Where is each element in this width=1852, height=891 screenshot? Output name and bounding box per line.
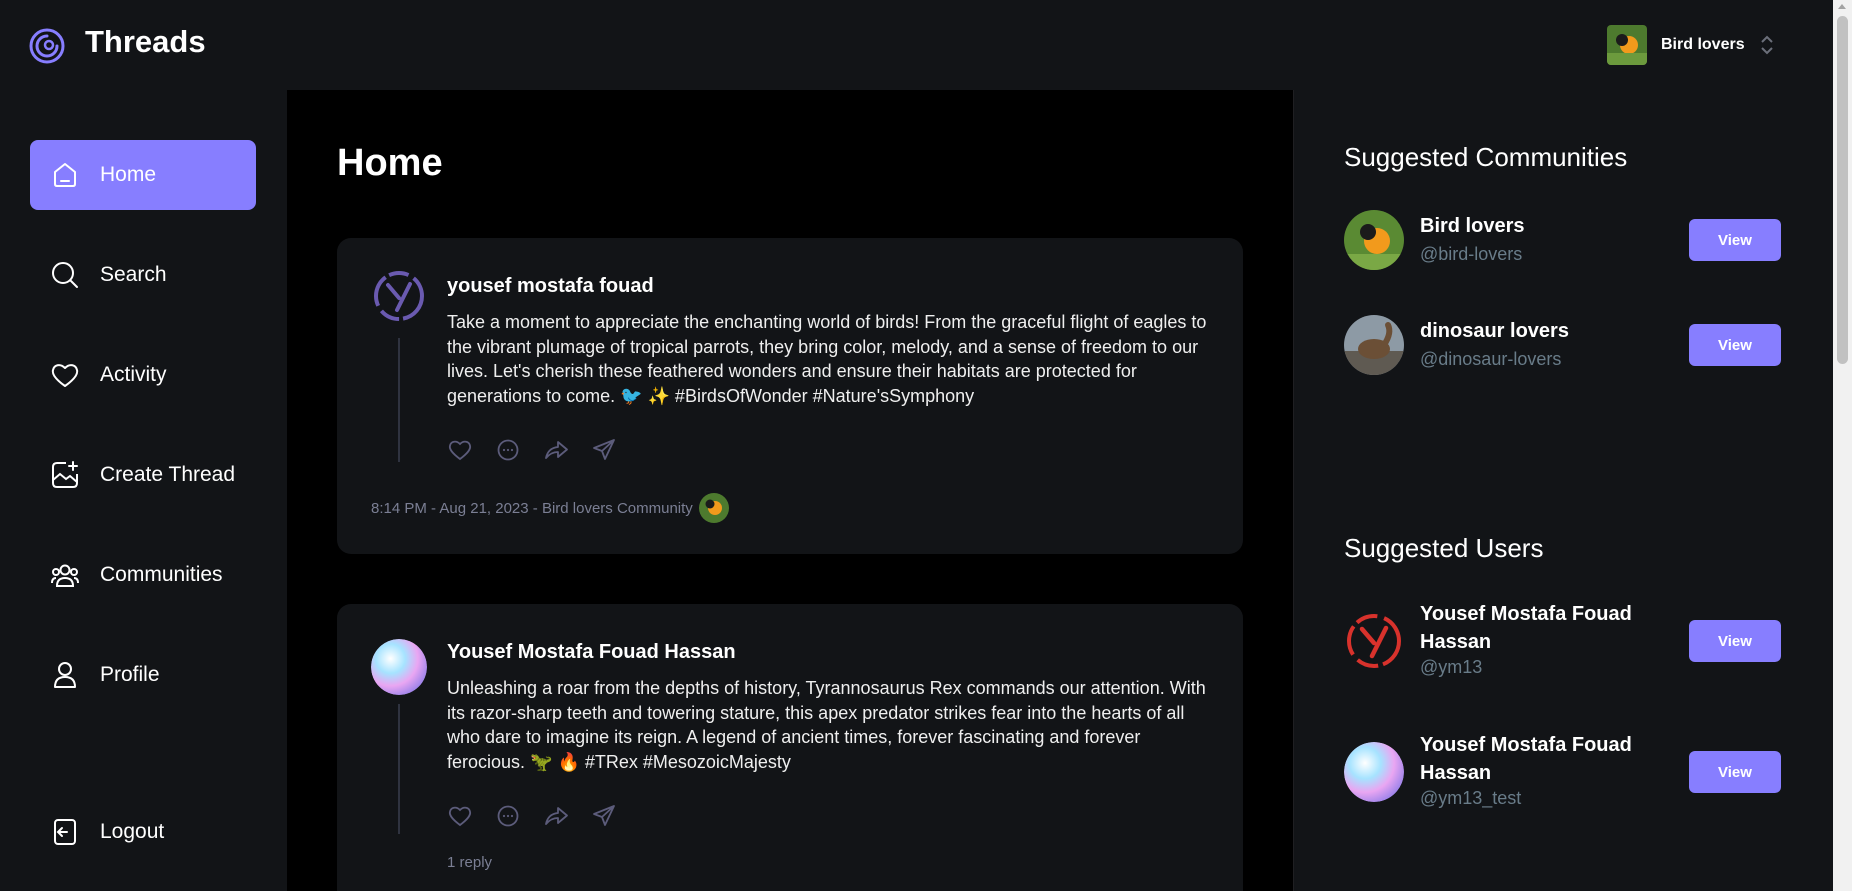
threads-logo-icon[interactable]: [28, 27, 66, 65]
sidebar-item-label: Search: [100, 263, 167, 286]
sidebar-item-home[interactable]: Home: [30, 140, 256, 210]
page-title: Home: [337, 142, 443, 184]
sidebar-item-label: Profile: [100, 663, 160, 686]
repost-icon[interactable]: [543, 437, 569, 463]
community-name[interactable]: Bird lovers: [1420, 212, 1680, 240]
organization-name: Bird lovers: [1661, 36, 1745, 53]
sidebar-item-communities[interactable]: Communities: [30, 540, 256, 610]
view-community-button[interactable]: View: [1689, 324, 1781, 366]
chevron-up-down-icon: [1760, 35, 1773, 55]
view-user-button[interactable]: View: [1689, 751, 1781, 793]
user-name[interactable]: Yousef Mostafa Fouad Hassan: [1420, 731, 1680, 787]
share-send-icon[interactable]: [591, 437, 617, 463]
user-handle: @ym13: [1420, 657, 1483, 677]
community-handle: @dinosaur-lovers: [1420, 349, 1562, 369]
repost-icon[interactable]: [543, 803, 569, 829]
search-icon: [52, 262, 78, 288]
sidebar-item-activity[interactable]: Activity: [30, 340, 256, 410]
create-icon: [52, 461, 78, 488]
sidebar-item-label: Create Thread: [100, 463, 236, 486]
app-name[interactable]: Threads: [85, 24, 206, 60]
sidebar-item-profile[interactable]: Profile: [30, 640, 256, 710]
sidebar-item-label: Communities: [100, 563, 223, 586]
bird-lovers-avatar: [1607, 25, 1647, 65]
communities-icon: [51, 564, 79, 587]
logout-icon: [54, 819, 76, 845]
logout-button[interactable]: Logout: [30, 797, 256, 867]
community-avatar[interactable]: [698, 493, 729, 523]
scroll-up-arrow-icon[interactable]: [1838, 4, 1846, 9]
thread-body: Take a moment to appreciate the enchanti…: [447, 312, 1207, 406]
thread-meta: 8:14 PM - Aug 21, 2023 - Bird lovers Com…: [371, 493, 729, 523]
author-avatar[interactable]: [371, 268, 427, 324]
main-feed: Home yousef mostafa fouad Take a moment …: [287, 90, 1293, 891]
left-sidebar: Home Search Activity Create Thread Commu…: [0, 90, 287, 891]
right-sidebar: Suggested Communities Bird lovers @bird-…: [1293, 90, 1833, 891]
thread-actions: [447, 803, 617, 829]
thread-line: [398, 704, 400, 834]
community-handle: @bird-lovers: [1420, 244, 1523, 264]
thread-body: Unleashing a roar from the depths of his…: [447, 678, 1206, 772]
like-heart-icon[interactable]: [447, 437, 473, 463]
reply-comment-icon[interactable]: [495, 803, 521, 829]
user-avatar[interactable]: [1344, 611, 1404, 671]
reply-count-link[interactable]: 1 reply: [447, 854, 492, 871]
user-icon: [54, 662, 76, 688]
view-community-button[interactable]: View: [1689, 219, 1781, 261]
page-scrollbar[interactable]: [1833, 0, 1852, 891]
suggested-communities-title: Suggested Communities: [1344, 142, 1628, 172]
community-avatar[interactable]: [1344, 315, 1404, 375]
home-icon: [54, 163, 76, 187]
community-name[interactable]: dinosaur lovers: [1420, 317, 1680, 345]
sidebar-item-label: Home: [100, 163, 157, 186]
sidebar-item-search[interactable]: Search: [30, 240, 256, 310]
thread-meta-text[interactable]: 8:14 PM - Aug 21, 2023 - Bird lovers Com…: [371, 500, 693, 517]
user-name[interactable]: Yousef Mostafa Fouad Hassan: [1420, 600, 1680, 656]
thread-line: [398, 338, 400, 462]
thread-card: Yousef Mostafa Fouad Hassan Unleashing a…: [337, 604, 1243, 891]
community-avatar[interactable]: [1344, 210, 1404, 270]
thread-author[interactable]: Yousef Mostafa Fouad Hassan: [447, 641, 736, 664]
suggested-users-title: Suggested Users: [1344, 533, 1544, 563]
sidebar-item-create-thread[interactable]: Create Thread: [30, 440, 256, 510]
organization-switcher[interactable]: Bird lovers: [1607, 25, 1775, 65]
thread-card: yousef mostafa fouad Take a moment to ap…: [337, 238, 1243, 554]
share-send-icon[interactable]: [591, 803, 617, 829]
sidebar-item-label: Activity: [100, 363, 167, 386]
logout-label: Logout: [100, 820, 165, 843]
view-user-button[interactable]: View: [1689, 620, 1781, 662]
heart-icon: [51, 364, 79, 387]
author-avatar[interactable]: [371, 639, 427, 695]
scroll-thumb[interactable]: [1837, 16, 1848, 364]
user-avatar[interactable]: [1344, 742, 1404, 802]
top-bar: Threads Bird lovers: [0, 0, 1833, 90]
user-handle: @ym13_test: [1420, 788, 1522, 808]
like-heart-icon[interactable]: [447, 803, 473, 829]
reply-comment-icon[interactable]: [495, 437, 521, 463]
thread-author[interactable]: yousef mostafa fouad: [447, 275, 654, 298]
thread-actions: [447, 437, 617, 463]
